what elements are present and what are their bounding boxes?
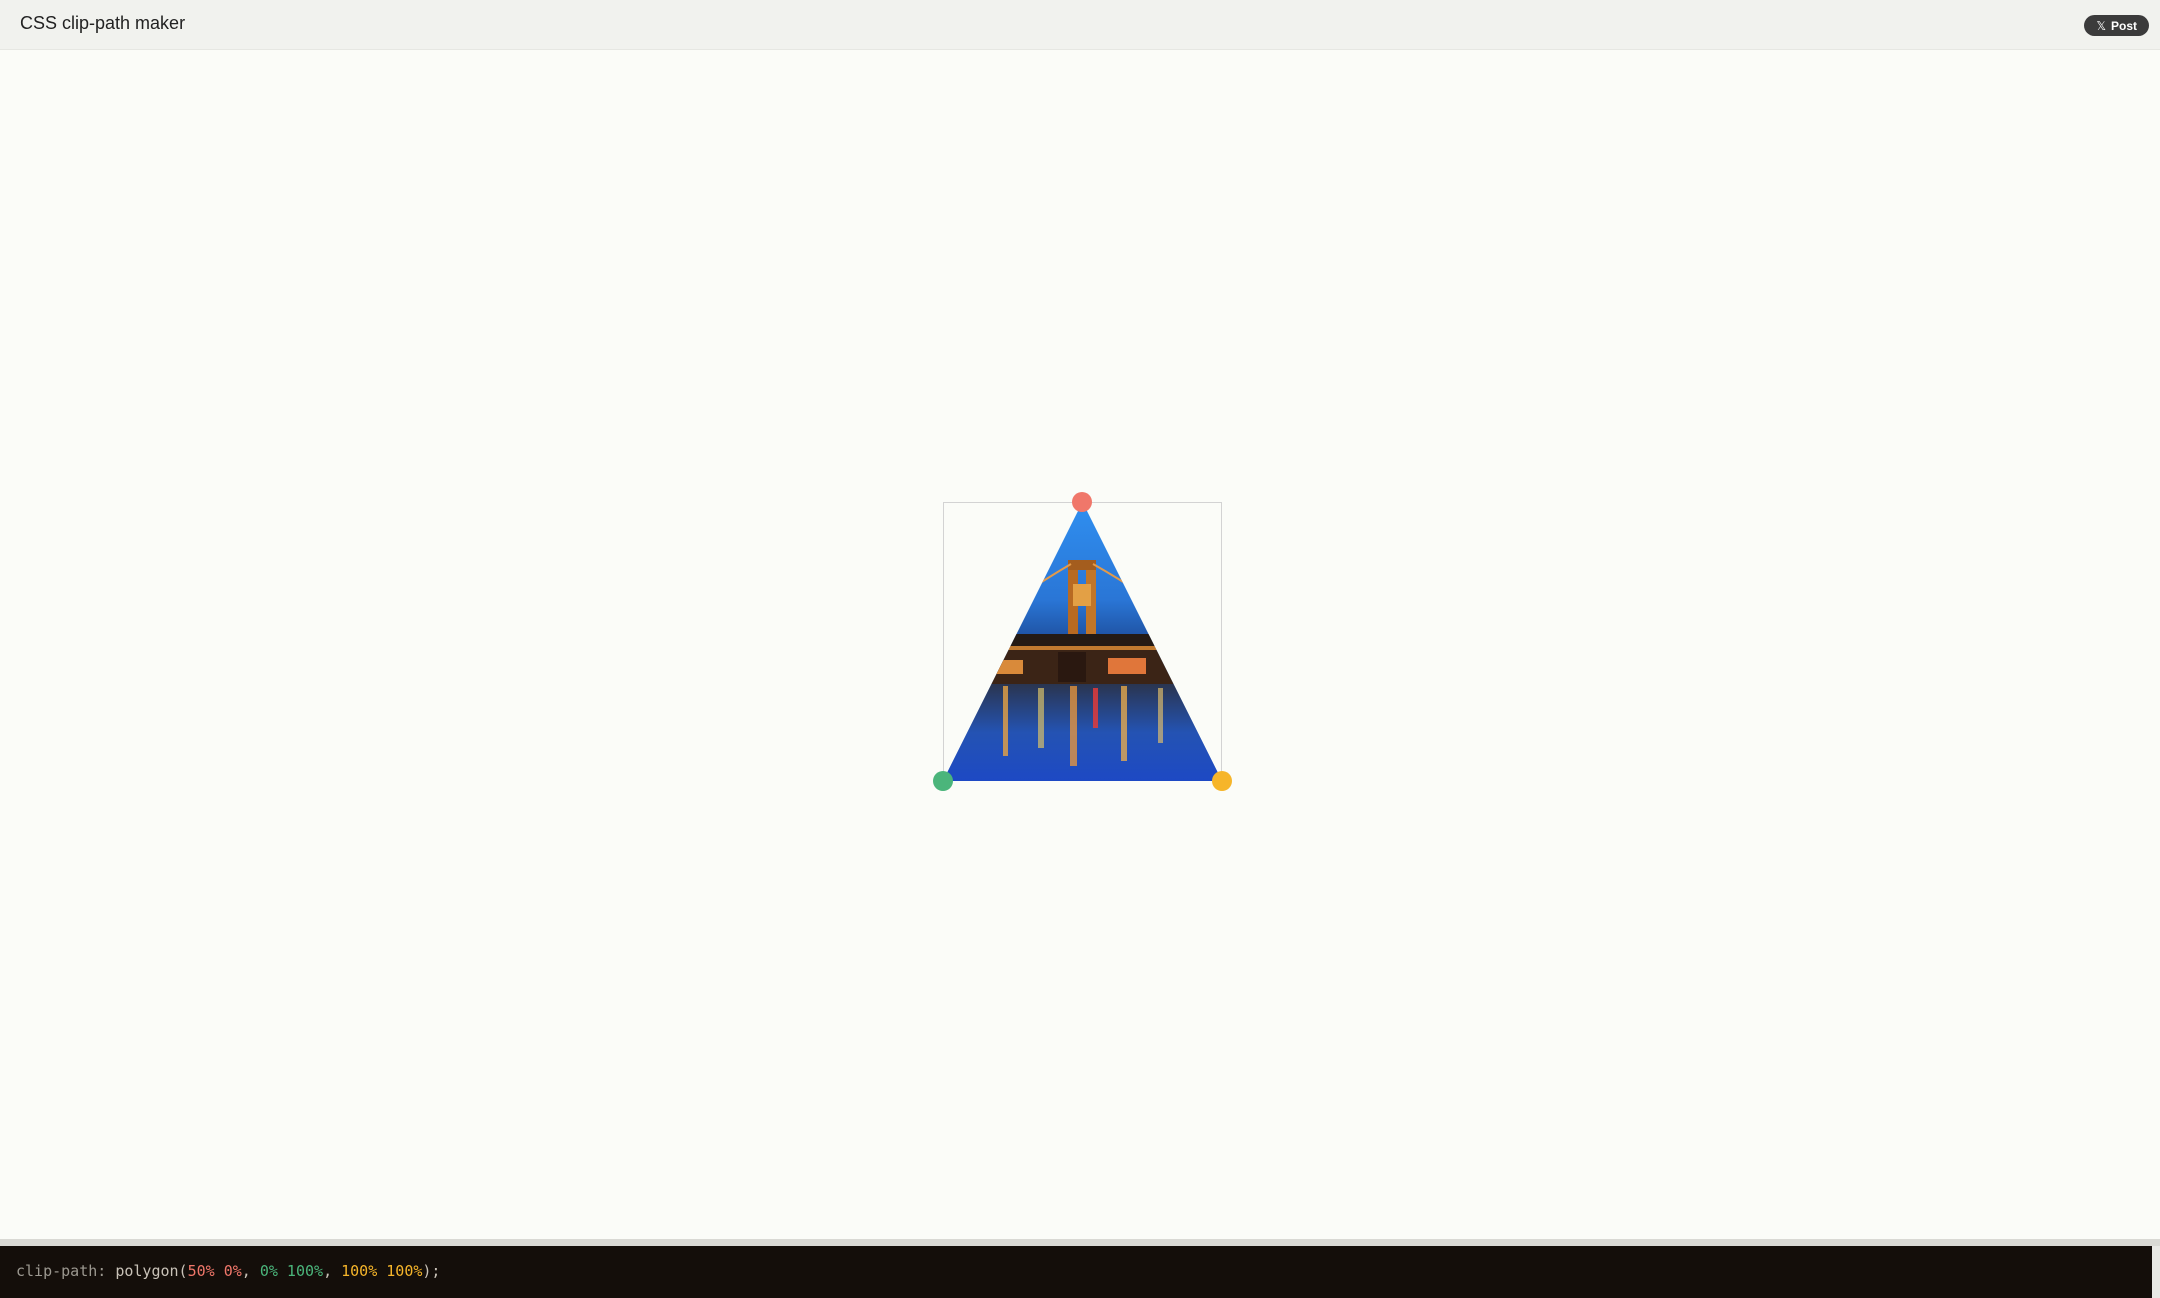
css-code-output[interactable]: clip-path: polygon(50% 0%, 0% 100%, 100%… bbox=[0, 1246, 2152, 1298]
code-panel-divider[interactable] bbox=[0, 1239, 2160, 1246]
scrollbar[interactable] bbox=[2152, 1246, 2160, 1298]
post-button[interactable]: 𝕏 Post bbox=[2084, 15, 2149, 36]
code-function: polygon( bbox=[115, 1262, 188, 1280]
code-separator: , bbox=[241, 1262, 260, 1280]
polygon-point-handle-3[interactable] bbox=[1212, 771, 1232, 791]
code-point-2: 0% 100% bbox=[259, 1262, 324, 1280]
app-title: CSS clip-path maker bbox=[20, 13, 186, 33]
code-point-3: 100% 100% bbox=[341, 1262, 423, 1280]
code-property: clip-path: bbox=[16, 1262, 107, 1280]
post-button-label: Post bbox=[2110, 18, 2137, 33]
x-logo-icon: 𝕏 bbox=[2096, 18, 2106, 33]
code-end: ); bbox=[422, 1262, 441, 1280]
polygon-point-handle-2[interactable] bbox=[933, 771, 953, 791]
polygon-point-handle-1[interactable] bbox=[1072, 492, 1092, 512]
clipped-image bbox=[943, 502, 1222, 781]
top-bar: CSS clip-path maker 𝕏 Post bbox=[0, 0, 2160, 50]
code-separator: , bbox=[323, 1262, 342, 1280]
code-point-1: 50% 0% bbox=[187, 1262, 242, 1280]
